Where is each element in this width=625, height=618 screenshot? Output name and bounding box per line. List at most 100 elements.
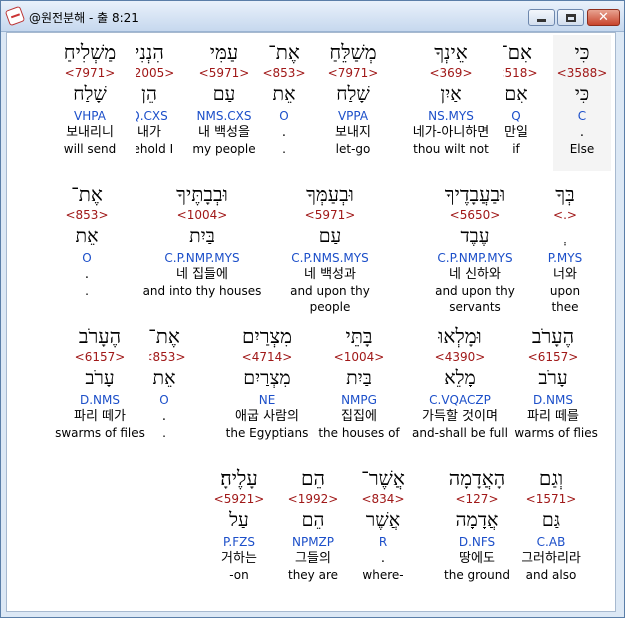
english-gloss: Else bbox=[569, 142, 595, 156]
word-cell[interactable]: עָלֶיהָ׃ <5921> עַל P.FZS 거하는 -on bbox=[207, 461, 271, 597]
close-icon: ✕ bbox=[598, 10, 609, 25]
korean-gloss: 네 집들에 bbox=[176, 267, 228, 282]
hebrew-word: מְשַׁלֵּחַ bbox=[329, 40, 377, 64]
hebrew-word: בְּךָ bbox=[555, 182, 575, 206]
maximize-button[interactable] bbox=[557, 9, 584, 26]
strong-number: <853> bbox=[262, 66, 306, 80]
root-word: אַיִן bbox=[440, 83, 462, 105]
root-word: עַם bbox=[212, 83, 236, 105]
word-cell[interactable]: הָאֲדָמָה <127> אֲדָמָה D.NFS 땅에도 the ground bbox=[432, 461, 522, 597]
english-gloss: they are bbox=[287, 568, 338, 582]
title-bar[interactable]: @원전분해 - 출 8:21 ✕ bbox=[1, 1, 624, 32]
word-cell[interactable]: וּבַעֲבָדֶיךָ <5650> עֶבֶד C.P.NMP.MYS 네 신하와… bbox=[411, 177, 539, 314]
close-button[interactable]: ✕ bbox=[587, 9, 620, 26]
korean-gloss: 파리 떼를 bbox=[527, 409, 579, 424]
english-gloss: swarms of files bbox=[55, 426, 145, 440]
strong-number: <834> bbox=[361, 492, 405, 506]
root-word: אֵת bbox=[75, 225, 99, 247]
root-word: ְ bbox=[535, 223, 595, 250]
maximize-icon bbox=[565, 13, 576, 22]
word-cell[interactable]: הֶעָרֹב <6157> עָרֹב D.NMS 파리 떼를 swarms of fl… bbox=[505, 319, 601, 455]
english-gloss: . bbox=[85, 284, 89, 298]
parsing-code: O bbox=[279, 109, 289, 123]
word-cell[interactable]: בָּתֵּי <1004> בַּיִת NMPG 집집에 the houses of bbox=[312, 319, 406, 455]
strong-number: <127> bbox=[455, 492, 499, 506]
root-word: שָׁלַח bbox=[336, 83, 370, 105]
korean-gloss: 보내지 bbox=[335, 125, 371, 140]
parsing-code: VHPA bbox=[74, 109, 106, 123]
parsing-code: D.NMS bbox=[532, 393, 573, 407]
parsing-code: C.P.NMS.MYS bbox=[291, 251, 369, 265]
app-icon[interactable] bbox=[4, 5, 26, 27]
word-cell[interactable]: וּבְעַמְּךָ <5971> עַם C.P.NMS.MYS 네 백성과 and … bbox=[269, 177, 391, 314]
minimize-button[interactable] bbox=[528, 9, 555, 26]
korean-gloss: 집집에 bbox=[341, 409, 377, 424]
word-cell[interactable]: אֵינְךָ <369> אַיִן NS.MYS 네가-아니하면 thou wilt … bbox=[399, 35, 503, 171]
strong-number: <4390> bbox=[434, 350, 486, 364]
korean-gloss: 보내리니 bbox=[66, 125, 114, 140]
word-cell[interactable]: אֲשֶׁר־ <834> אֲשֶׁר R. where- bbox=[346, 461, 420, 597]
word-cell[interactable]: מַשְׁלִיחַ <7971> שָׁלַח VHPA 보내리니 will send bbox=[44, 35, 136, 171]
root-word: מִצְרַיִם bbox=[243, 367, 291, 389]
hebrew-word: אֵינְךָ bbox=[434, 40, 468, 64]
hebrew-word: עַמִּי bbox=[209, 40, 239, 64]
strong-number: <7971> bbox=[64, 66, 116, 80]
root-word: עָרֹב bbox=[538, 367, 568, 389]
english-gloss: and-shall be full bbox=[412, 426, 508, 440]
root-word: אֲדָמָה bbox=[455, 509, 499, 531]
strong-number: <1992> bbox=[287, 492, 339, 506]
korean-gloss: . bbox=[380, 551, 386, 566]
parsing-code: C.P.NMP.MYS bbox=[437, 251, 513, 265]
root-word: אֵת bbox=[272, 83, 296, 105]
minimize-icon bbox=[537, 19, 546, 22]
english-gloss: the houses of bbox=[318, 426, 400, 440]
word-cell[interactable]: הֶעָרֹב <6157> עָרֹב D.NMS 파리 떼가 swarms of fi… bbox=[51, 319, 149, 455]
root-word: בַּיִת bbox=[189, 225, 215, 247]
parsing-code: P.FZS bbox=[223, 535, 255, 549]
parsing-code: C.VQACZP bbox=[429, 393, 491, 407]
word-cell[interactable]: מְשַׁלֵּחַ <7971> שָׁלַח VPPA 보내지 let-go bbox=[317, 35, 389, 171]
strong-number: <1004> bbox=[176, 208, 228, 222]
root-word: אֲשֶׁר bbox=[365, 509, 401, 531]
english-gloss: will send bbox=[63, 142, 117, 156]
hebrew-word: אֶת־ bbox=[268, 40, 300, 64]
root-word: עַל bbox=[229, 509, 249, 531]
strong-number: <7971> bbox=[327, 66, 379, 80]
word-cell[interactable]: בְּךָ <.>ְP.MYS 너와 upon thee bbox=[535, 177, 595, 314]
english-gloss: where- bbox=[362, 568, 404, 582]
korean-gloss: 내 백성을 bbox=[198, 125, 250, 140]
root-word: הֵם bbox=[301, 509, 325, 531]
hebrew-word: אֶת־ bbox=[71, 182, 103, 206]
parsing-code: NMPG bbox=[341, 393, 377, 407]
word-cell[interactable]: מִצְרַיִם <4714> מִצְרַיִם NE 애굽 사람의 the Egyp… bbox=[219, 319, 315, 455]
strong-number: <5921> bbox=[213, 492, 265, 506]
english-gloss: swarms of flies bbox=[508, 426, 598, 440]
hebrew-word: וּבְבָתֶּיךָ bbox=[176, 182, 228, 206]
root-word: בַּיִת bbox=[346, 367, 372, 389]
korean-gloss: 네 신하와 bbox=[449, 267, 501, 282]
root-word: עֶבֶד bbox=[460, 225, 490, 247]
strong-number: <853> bbox=[65, 208, 109, 222]
main-window: @원전분해 - 출 8:21 ✕ כִּי <3588> כִּי C. Else אִם… bbox=[0, 0, 625, 618]
word-cell[interactable]: כִּי <3588> כִּי C. Else bbox=[553, 35, 611, 171]
root-word: שָׁלַח bbox=[73, 83, 107, 105]
korean-gloss: 파리 떼가 bbox=[74, 409, 126, 424]
word-cell[interactable]: אֶת־ <853> אֵת O.. bbox=[58, 177, 116, 313]
word-cell[interactable]: וּמָלְאוּ <4390> מָלֵא C.VQACZP 가득할 것이며 and-s… bbox=[405, 319, 515, 455]
english-gloss: . bbox=[282, 142, 286, 156]
english-gloss: and upon thy servants bbox=[435, 284, 515, 314]
word-cell[interactable]: אֶת־ <853> אֵת O.. bbox=[257, 35, 311, 171]
korean-gloss: 그들의 bbox=[295, 551, 331, 566]
hebrew-word: הֶעָרֹב bbox=[531, 324, 575, 348]
word-cell[interactable]: עַמִּי <5971> עַם NMS.CXS 내 백성을 my people bbox=[187, 35, 261, 171]
english-gloss: the ground bbox=[444, 568, 510, 582]
korean-gloss: 네가-아니하면 bbox=[412, 125, 490, 140]
word-cell[interactable]: וּבְבָתֶּיךָ <1004> בַּיִת C.P.NMP.MYS 네 집들에… bbox=[142, 177, 262, 313]
strong-number: <6157> bbox=[527, 350, 579, 364]
word-analysis-panel: כִּי <3588> כִּי C. Else אִם־ <518> אִם Q 만일 if אֵי… bbox=[6, 32, 616, 612]
english-gloss: thou wilt not bbox=[413, 142, 489, 156]
parsing-code: NMS.CXS bbox=[196, 109, 252, 123]
english-gloss: and into thy houses bbox=[142, 284, 262, 298]
word-cell[interactable]: הֵם <1992> הֵם NPMZP 그들의 they are bbox=[279, 461, 347, 597]
hebrew-word: עָלֶיהָ׃ bbox=[220, 466, 258, 490]
